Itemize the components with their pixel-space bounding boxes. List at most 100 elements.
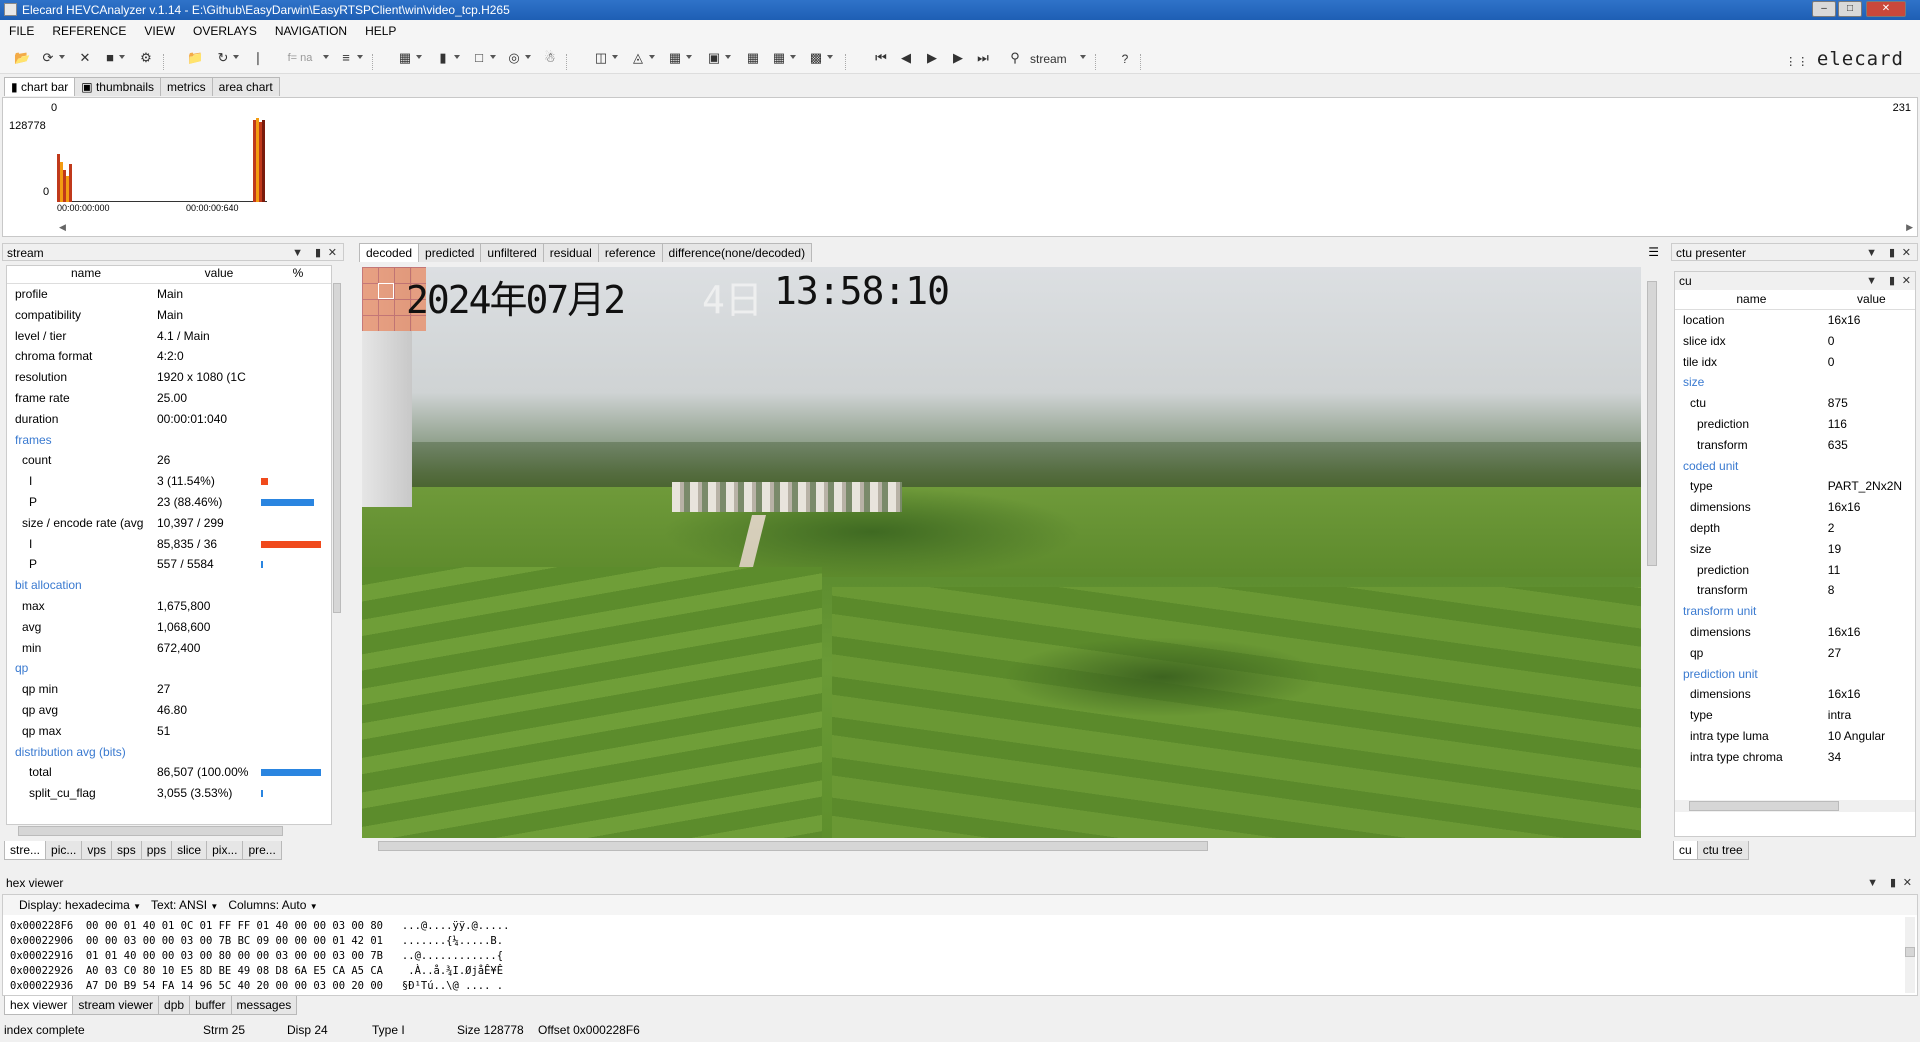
reload-icon[interactable]: ⟳ [40,50,56,66]
panel-menu-icon[interactable]: ▼ [1867,872,1878,894]
panel-pin-icon[interactable]: ▮ [1889,244,1895,262]
panel-menu-icon[interactable]: ▼ [1866,272,1877,290]
video-vscroll-thumb[interactable] [1647,281,1657,566]
columns-select[interactable]: Auto [282,898,307,912]
tab-pix[interactable]: pix... [206,841,244,860]
property-row[interactable]: prediction 11 [1675,560,1915,581]
property-row[interactable]: ctu 875 [1675,393,1915,414]
property-row[interactable]: transform 8 [1675,580,1915,601]
panel-close-icon[interactable]: ✕ [1902,244,1911,262]
menu-view[interactable]: VIEW [135,20,184,42]
property-row[interactable]: split_cu_flag 3,055 (3.53%) [7,783,331,804]
property-row[interactable]: transform unit [1675,601,1915,622]
video-hscroll[interactable] [362,840,1641,852]
menu-help[interactable]: HELP [356,20,405,42]
hex-line[interactable]: 0x000228F6 00 00 01 40 01 0C 01 FF FF 01… [10,919,1917,934]
property-row[interactable]: frames [7,430,331,451]
target-icon[interactable]: ◎ [506,50,522,66]
property-row[interactable]: dimensions 16x16 [1675,622,1915,643]
tab-reference[interactable]: reference [597,243,663,262]
first-frame-icon[interactable]: ⏮ [873,50,889,66]
display-select[interactable]: hexadecima [65,898,130,912]
property-row[interactable]: qp [7,658,331,679]
formula-box[interactable]: f= na [278,50,322,66]
property-row[interactable]: dimensions 16x16 [1675,684,1915,705]
grid-icon[interactable]: ▦ [397,50,413,66]
tab-difference[interactable]: difference(none/decoded) [661,243,813,262]
property-row[interactable]: avg 1,068,600 [7,617,331,638]
property-row[interactable]: intra type luma 10 Angular [1675,726,1915,747]
property-row[interactable]: distribution avg (bits) [7,742,331,763]
tab-predicted[interactable]: predicted [418,243,482,262]
property-row[interactable]: size [1675,372,1915,393]
property-row[interactable]: qp max 51 [7,721,331,742]
menu-navigation[interactable]: NAVIGATION [266,20,356,42]
property-row[interactable]: tile idx 0 [1675,352,1915,373]
selected-cu[interactable] [378,283,394,299]
search-icon[interactable]: ⚲ [1007,50,1023,66]
property-row[interactable]: I 3 (11.54%) [7,471,331,492]
tab-pic[interactable]: pic... [45,841,83,860]
panel-close-icon[interactable]: ✕ [1903,872,1912,894]
cu-hscroll[interactable] [1675,800,1915,812]
tab-buffer[interactable]: buffer [189,996,232,1015]
property-row[interactable]: size 19 [1675,539,1915,560]
tab-cu[interactable]: cu [1673,841,1698,860]
property-row[interactable]: prediction unit [1675,664,1915,685]
property-row[interactable]: qp 27 [1675,643,1915,664]
video-menu-icon[interactable]: ☰ [1648,245,1659,259]
grid-large-icon[interactable]: ▦ [771,50,787,66]
property-row[interactable]: P 557 / 5584 [7,554,331,575]
tab-residual[interactable]: residual [542,243,599,262]
property-row[interactable]: total 86,507 (100.00% [7,762,331,783]
tab-pps[interactable]: pps [140,841,173,860]
property-row[interactable]: transform 635 [1675,435,1915,456]
property-row[interactable]: type intra [1675,705,1915,726]
tab-ctu-tree[interactable]: ctu tree [1696,841,1749,860]
property-row[interactable]: compatibility Main [7,305,331,326]
pin-icon[interactable]: ❘ [250,50,266,66]
panel-close-icon[interactable]: ✕ [1902,272,1911,290]
property-row[interactable]: frame rate 25.00 [7,388,331,409]
grid-small-icon[interactable]: ▦ [745,50,761,66]
col-name[interactable]: name [7,266,165,283]
panel-pin-icon[interactable]: ▮ [1889,272,1895,290]
text-select[interactable]: ANSI [179,898,207,912]
tab-decoded[interactable]: decoded [359,243,420,262]
col-value[interactable]: value [165,266,273,283]
tab-chart-bar[interactable]: ▮ chart bar [4,77,76,96]
property-row[interactable]: I 85,835 / 36 [7,534,331,555]
hex-line[interactable]: 0x00022936 A7 D0 B9 54 FA 14 96 5C 40 20… [10,979,1917,994]
property-row[interactable]: qp min 27 [7,679,331,700]
panel-menu-icon[interactable]: ▼ [292,244,303,262]
tab-messages[interactable]: messages [230,996,298,1015]
play-icon[interactable]: ▶ [924,50,940,66]
cu-hscroll-thumb[interactable] [1689,801,1839,811]
property-row[interactable]: bit allocation [7,575,331,596]
stream-selector[interactable]: stream [1030,51,1080,67]
hex-vscroll[interactable] [1905,917,1915,993]
col-name[interactable]: name [1675,292,1828,309]
property-row[interactable]: slice idx 0 [1675,331,1915,352]
split-icon[interactable]: ◬ [630,50,646,66]
col-percent[interactable]: % [273,266,323,283]
stream-vscroll[interactable] [332,265,342,825]
panel-pin-icon[interactable]: ▮ [315,244,321,262]
property-row[interactable]: depth 2 [1675,518,1915,539]
hex-vscroll-thumb[interactable] [1905,947,1915,957]
chart-scroll-right-icon[interactable]: ▶ [1906,222,1913,233]
property-row[interactable]: P 23 (88.46%) [7,492,331,513]
video-vscroll[interactable] [1646,267,1658,838]
tab-thumbnails[interactable]: ▣ thumbnails [74,77,161,96]
list-icon[interactable]: ≡ [338,50,354,66]
close-file-icon[interactable]: ✕ [77,50,93,66]
property-row[interactable]: level / tier 4.1 / Main [7,326,331,347]
tab-dpb[interactable]: dpb [158,996,191,1015]
tab-vps[interactable]: vps [81,841,113,860]
menu-overlays[interactable]: OVERLAYS [184,20,266,42]
hex-line[interactable]: 0x00022926 A0 03 C0 80 10 E5 8D BE 49 08… [10,964,1917,979]
col-value[interactable]: value [1828,292,1915,309]
hex-lines[interactable]: 0x000228F6 00 00 01 40 01 0C 01 FF FF 01… [3,915,1917,994]
settings-icon[interactable]: ⚙ [138,50,154,66]
window-icon[interactable]: ▣ [706,50,722,66]
